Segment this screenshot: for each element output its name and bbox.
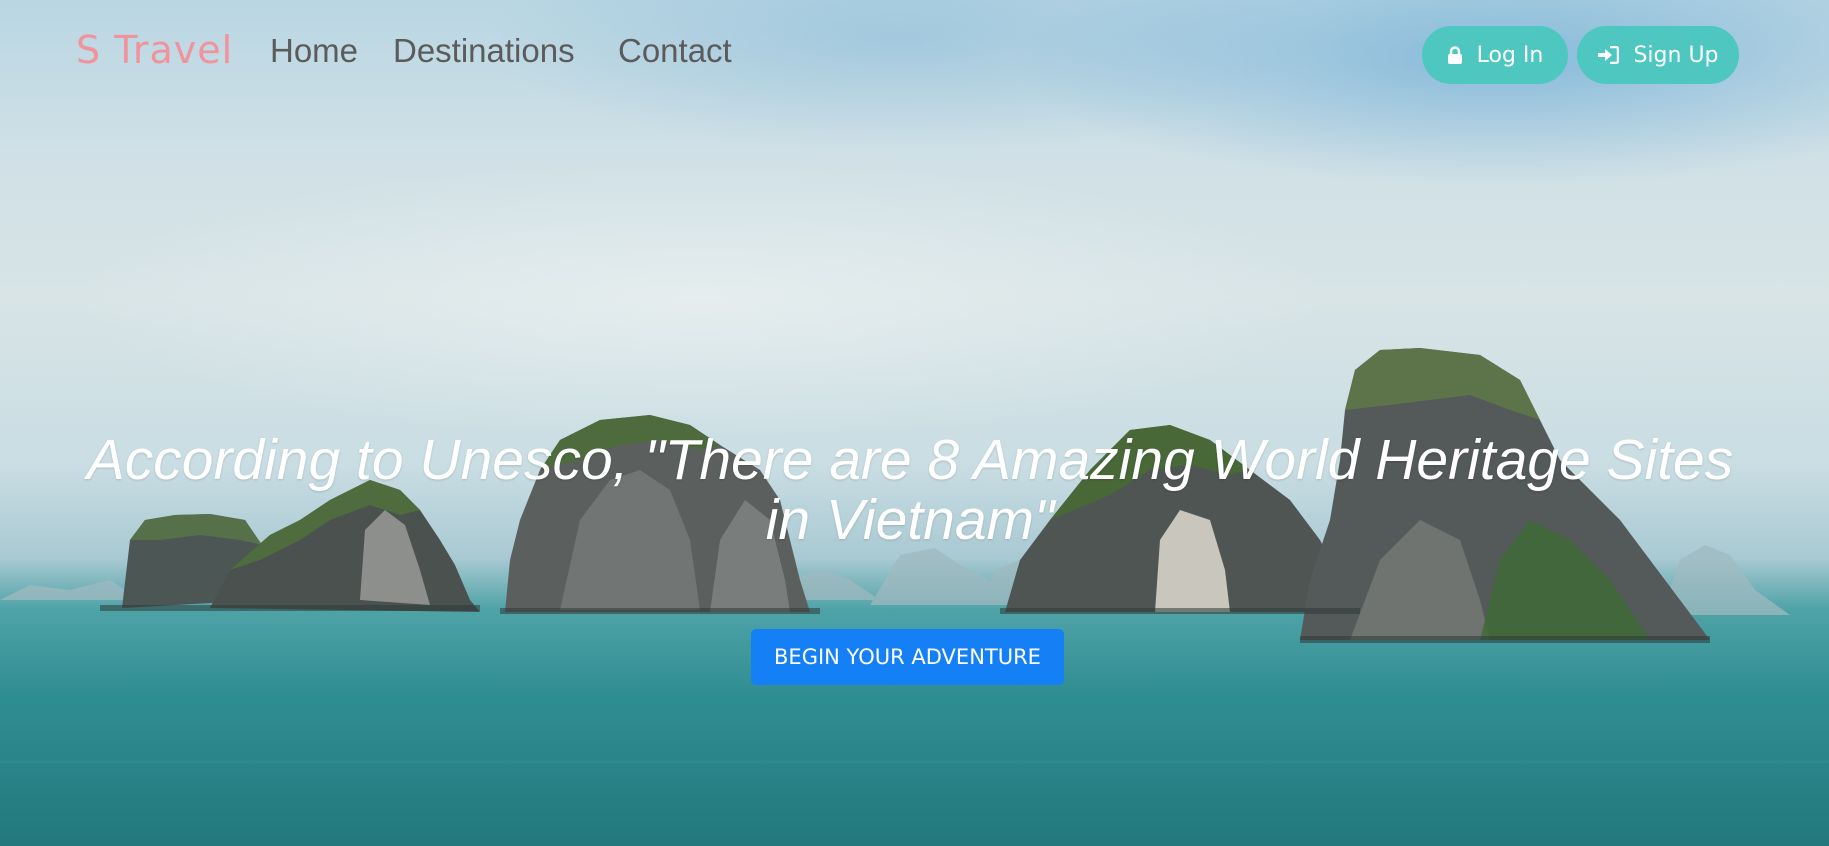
lock-icon xyxy=(1447,46,1463,64)
login-button[interactable]: Log In xyxy=(1422,26,1568,84)
begin-adventure-button[interactable]: BEGIN YOUR ADVENTURE xyxy=(751,629,1064,685)
nav-link-home[interactable]: Home xyxy=(270,32,358,70)
nav-link-destinations[interactable]: Destinations xyxy=(393,32,575,70)
sign-in-icon xyxy=(1597,46,1620,64)
signup-button[interactable]: Sign Up xyxy=(1577,26,1739,84)
hero-headline: According to Unesco, "There are 8 Amazin… xyxy=(86,428,1734,552)
halong-bay-background xyxy=(0,348,1829,763)
nav-link-contact[interactable]: Contact xyxy=(618,32,732,70)
login-label: Log In xyxy=(1476,42,1544,68)
signup-label: Sign Up xyxy=(1633,42,1719,68)
brand-logo[interactable]: S Travel xyxy=(76,28,233,72)
hero-section: S Travel Home Destinations Contact Log I… xyxy=(0,0,1829,846)
